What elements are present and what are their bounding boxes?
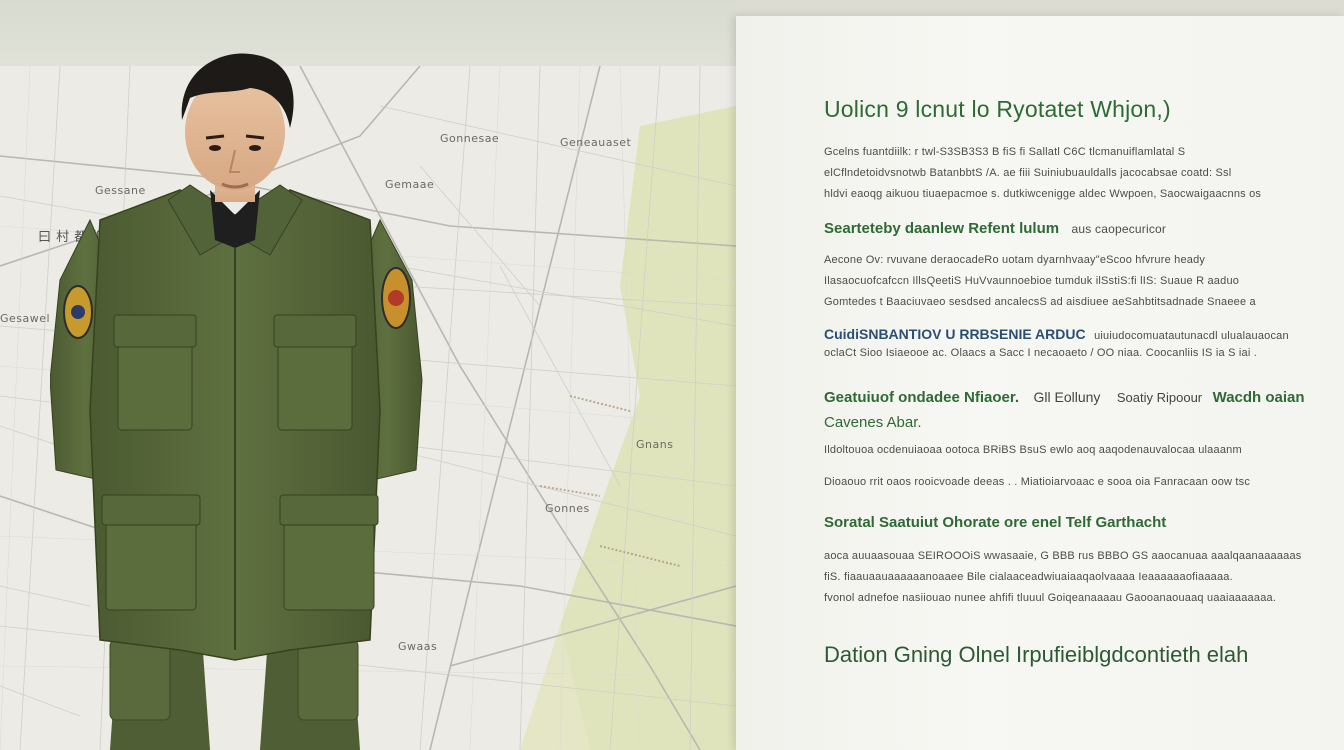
section-1-text: Aecone Ov: rvuvane deraocadeRo uotam dya… bbox=[824, 250, 1314, 313]
section-2-heading-tail: uiuiudocomuatautunacdl ulualauaocan bbox=[1094, 330, 1289, 342]
section-3-heading-end: Wacdh oaian bbox=[1212, 389, 1305, 406]
panel-footer: Dation Gning Olnel Irpufieiblgdcontieth … bbox=[824, 642, 1249, 667]
intro-text: Gcelns fuantdiilk: r twl-S3SB3S3 B fiS f… bbox=[824, 142, 1314, 205]
section-1-heading-tail: aus caopecuricor bbox=[1071, 222, 1167, 236]
intro-line: elCflndetoidvsnotwb BatanbbtS /A. ae fii… bbox=[824, 167, 1232, 179]
info-panel: Uolicn 9 lcnut lo Ryotatet Whjon,) Gceln… bbox=[736, 16, 1344, 750]
intro-line: Gcelns fuantdiilk: r twl-S3SB3S3 B fiS f… bbox=[824, 146, 1186, 158]
section-1-heading: Searteteby daanlew Refent lulum bbox=[824, 220, 1060, 237]
section-2-text: oclaCt Sioo Isiaeooe ac. Olaacs a Sacc I… bbox=[824, 343, 1314, 364]
section-4-line: fiS. fiaauaauaaaaaanoaaee Bile cialaacea… bbox=[824, 571, 1233, 583]
section-3-text: Ildoltouoa ocdenuiaoaa ootoca BRiBS BsuS… bbox=[824, 440, 1314, 493]
section-3-heading: Geatuiuof ondadee Nfiaoer. bbox=[824, 389, 1020, 406]
soldier-figure bbox=[50, 53, 423, 750]
section-1-line: Gomtedes t Baaciuvaeo sesdsed ancalecsS … bbox=[824, 296, 1256, 308]
section-2-heading: CuidiSNBANTIOV U RRBSENIE ARDUC bbox=[824, 326, 1086, 342]
section-4-text: aoca auuaasouaa SEIROOOiS wwasaaie, G BB… bbox=[824, 546, 1314, 609]
section-3-subheading: Cavenes Abar. bbox=[824, 414, 922, 431]
section-3-heading-tail: Soatiy Ripoour bbox=[1116, 390, 1203, 405]
section-3-heading-mid: Gll Eolluny bbox=[1033, 389, 1101, 405]
section-4-heading: Soratal Saatuiut Ohorate ore enel Telf G… bbox=[824, 514, 1167, 531]
map-label: Gesawel bbox=[0, 312, 51, 325]
section-3-heading-row: Geatuiuof ondadee Nfiaoer. Gll Eolluny S… bbox=[824, 389, 1314, 407]
section-1-line: Aecone Ov: rvuvane deraocadeRo uotam dya… bbox=[824, 254, 1206, 266]
map-label: Gnans bbox=[636, 438, 674, 451]
section-3-line: Dioaouo rrit oaos rooicvoade deeas . . M… bbox=[824, 476, 1251, 488]
section-4-line: fvonol adnefoe nasiiouao nunee ahfifi tl… bbox=[824, 592, 1277, 604]
panel-heading: Uolicn 9 lcnut lo Ryotatet Whjon,) bbox=[824, 96, 1171, 122]
panel-top-band bbox=[736, 0, 1344, 16]
section-1-line: Ilasaocuofcafccn IllsQeetiS HuVvaunnoebi… bbox=[824, 275, 1240, 287]
section-4-line: aoca auuaasouaa SEIROOOiS wwasaaie, G BB… bbox=[824, 550, 1302, 562]
map-label: Geneauaset bbox=[560, 136, 632, 149]
intro-line: hldvi eaoqg aikuou tiuaepacmoe s. dutkiw… bbox=[824, 188, 1262, 200]
left-image-panel: 曰 村 都 鄉 Gessane Gesawel Gonnesae Geneaua… bbox=[0, 0, 736, 750]
map-label: Gonnesae bbox=[440, 132, 500, 145]
map-label: Gonnes bbox=[545, 502, 590, 515]
section-2-line: oclaCt Sioo Isiaeooe ac. Olaacs a Sacc I… bbox=[824, 347, 1257, 359]
section-1-heading-row: Searteteby daanlew Refent lulum aus caop… bbox=[824, 219, 1314, 240]
section-3-line: Ildoltouoa ocdenuiaoaa ootoca BRiBS BsuS… bbox=[824, 444, 1242, 456]
